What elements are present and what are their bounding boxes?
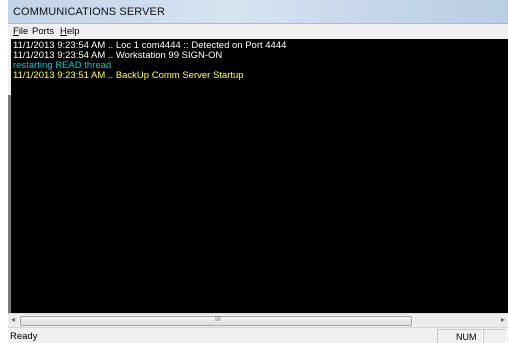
title-bar[interactable]: COMMUNICATIONS SERVER [8,0,508,24]
status-text: Ready [10,331,38,342]
menu-bar: File Ports Help [8,24,508,39]
num-lock-indicator: NUM [437,329,483,343]
scrollbar-thumb[interactable]: III [20,316,412,326]
app-window: COMMUNICATIONS SERVER File Ports Help 11… [8,0,508,343]
num-lock-label: NUM [456,332,477,342]
status-panel-empty [483,329,507,343]
console-output[interactable]: 11/1/2013 9:23:54 AM .. Loc 1 com4444 ::… [11,39,508,314]
menu-ports[interactable]: Ports [32,26,54,37]
horizontal-scrollbar[interactable]: ◂ III ▸ [8,313,508,327]
window-title: COMMUNICATIONS SERVER [13,6,166,18]
menu-help[interactable]: Help [60,26,80,37]
menu-file[interactable]: File [13,26,28,37]
scroll-right-arrow-icon[interactable]: ▸ [501,315,505,324]
grip-icon: III [215,316,221,323]
scroll-left-arrow-icon[interactable]: ◂ [11,315,15,324]
console-line: 11/1/2013 9:23:51 AM .. BackUp Comm Serv… [13,70,244,81]
status-bar: Ready NUM [8,327,508,343]
